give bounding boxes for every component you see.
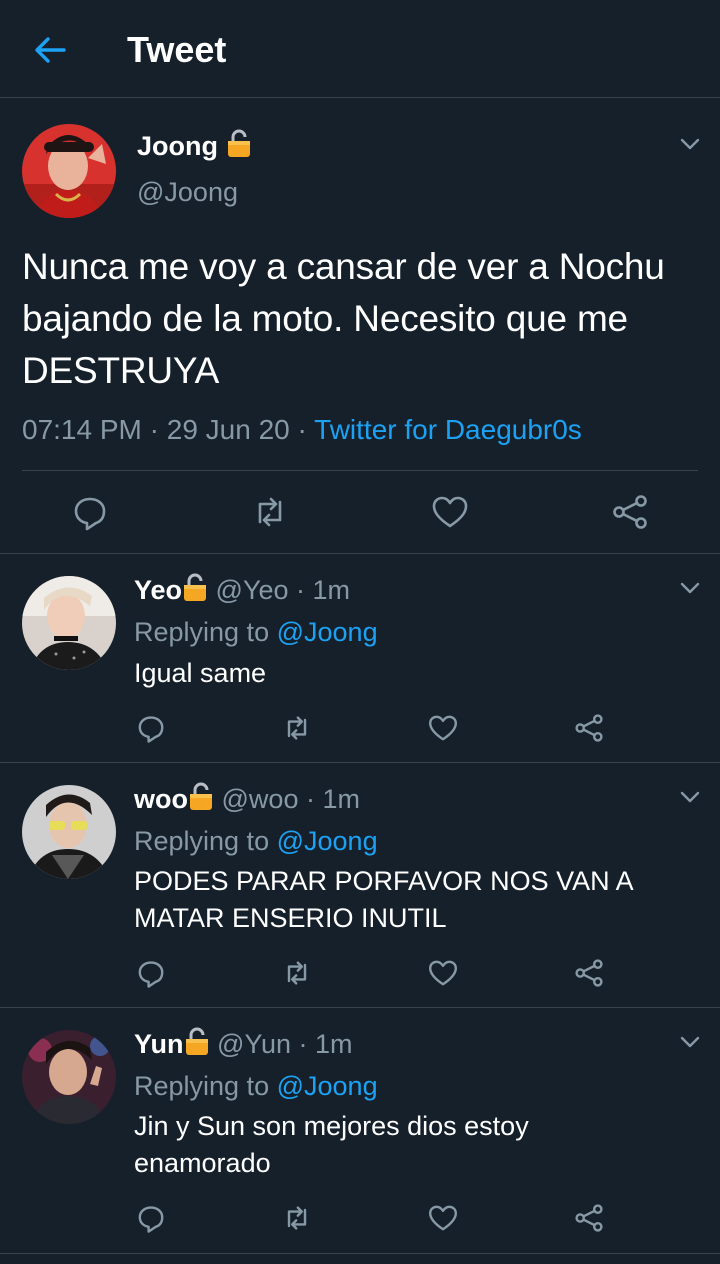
author-handle[interactable]: @Yeo <box>216 575 289 605</box>
replying-to: Replying to @Joong <box>134 823 378 859</box>
retweet-icon[interactable] <box>281 712 313 744</box>
top-bar: Tweet <box>0 0 720 98</box>
chevron-down-icon[interactable] <box>678 1030 702 1054</box>
reply-text: Jin y Sun son mejores dios estoy enamora… <box>134 1111 529 1178</box>
share-icon[interactable] <box>573 1202 605 1234</box>
author-display-name[interactable]: woo <box>134 784 188 814</box>
retweet-icon[interactable] <box>250 492 290 532</box>
avatar[interactable] <box>22 576 116 670</box>
reply-tweet[interactable]: Yun @Yun · 1m Replying to @Joong Jin y S… <box>0 1008 720 1254</box>
meta-dot: · <box>298 784 323 814</box>
replying-to-label: Replying to <box>134 617 270 647</box>
heart-icon[interactable] <box>427 712 459 744</box>
meta-dot: · <box>288 575 313 605</box>
author-name[interactable]: Joong <box>137 128 252 164</box>
page-title: Tweet <box>127 29 227 70</box>
reply-text: Igual same <box>134 658 267 688</box>
tweet-age: 1m <box>315 1029 353 1059</box>
back-arrow-icon[interactable] <box>30 30 70 70</box>
lock-icon <box>226 128 252 158</box>
heart-icon[interactable] <box>427 1202 459 1234</box>
reply-text: PODES PARAR PORFAVOR NOS VAN A MATAR ENS… <box>134 866 633 933</box>
main-tweet: Joong @Joong Nunca me voy a cansar de ve… <box>0 98 720 554</box>
share-icon[interactable] <box>573 712 605 744</box>
reply-header: Yeo @Yeo · 1m <box>134 572 350 608</box>
lock-icon <box>188 781 214 811</box>
chevron-down-icon[interactable] <box>678 576 702 600</box>
retweet-icon[interactable] <box>281 1202 313 1234</box>
reply-icon[interactable] <box>135 712 167 744</box>
tweet-time: 07:14 PM <box>22 414 142 445</box>
lock-icon <box>184 1026 210 1056</box>
share-icon[interactable] <box>610 492 650 532</box>
replying-to: Replying to @Joong <box>134 1068 378 1104</box>
author-display-name: Joong <box>137 131 218 161</box>
tweet-age: 1m <box>312 575 351 605</box>
author-handle[interactable]: @Joong <box>137 174 238 210</box>
replying-to-label: Replying to <box>134 1071 270 1101</box>
reply-tweet[interactable]: Yeo @Yeo · 1m Replying to @Joong Igual s… <box>0 554 720 763</box>
reply-header: woo @woo · 1m <box>134 781 360 817</box>
meta-dot: · <box>291 1029 315 1059</box>
chevron-down-icon[interactable] <box>678 785 702 809</box>
author-handle[interactable]: @Yun <box>217 1029 291 1059</box>
share-icon[interactable] <box>573 957 605 989</box>
author-display-name[interactable]: Yeo <box>134 575 182 605</box>
reply-icon[interactable] <box>70 492 110 532</box>
tweet-meta: 07:14 PM · 29 Jun 20 · Twitter for Daegu… <box>22 410 582 450</box>
replying-to: Replying to @Joong <box>134 614 378 650</box>
lock-icon <box>182 572 208 602</box>
replying-to-handle[interactable]: @Joong <box>277 826 378 856</box>
retweet-icon[interactable] <box>281 957 313 989</box>
replying-to-handle[interactable]: @Joong <box>277 1071 378 1101</box>
reply-icon[interactable] <box>135 957 167 989</box>
author-handle[interactable]: @woo <box>222 784 299 814</box>
avatar[interactable] <box>22 1030 116 1124</box>
tweet-source[interactable]: Twitter for Daegubr0s <box>314 414 582 445</box>
reply-tweet[interactable]: woo @woo · 1m Replying to @Joong PODES P… <box>0 763 720 1008</box>
avatar[interactable] <box>22 785 116 879</box>
chevron-down-icon[interactable] <box>678 132 702 156</box>
divider <box>22 470 698 471</box>
avatar[interactable] <box>22 124 116 218</box>
reply-icon[interactable] <box>135 1202 167 1234</box>
replying-to-label: Replying to <box>134 826 270 856</box>
tweet-text: Nunca me voy a cansar de ver a Nochu baj… <box>22 246 665 391</box>
reply-header: Yun @Yun · 1m <box>134 1026 353 1062</box>
author-display-name[interactable]: Yun <box>134 1029 184 1059</box>
tweet-date: 29 Jun 20 <box>166 414 290 445</box>
tweet-age: 1m <box>322 784 360 814</box>
heart-icon[interactable] <box>427 957 459 989</box>
meta-dot: · <box>149 414 167 445</box>
meta-dot: · <box>297 414 315 445</box>
replying-to-handle[interactable]: @Joong <box>277 617 378 647</box>
heart-icon[interactable] <box>430 492 470 532</box>
